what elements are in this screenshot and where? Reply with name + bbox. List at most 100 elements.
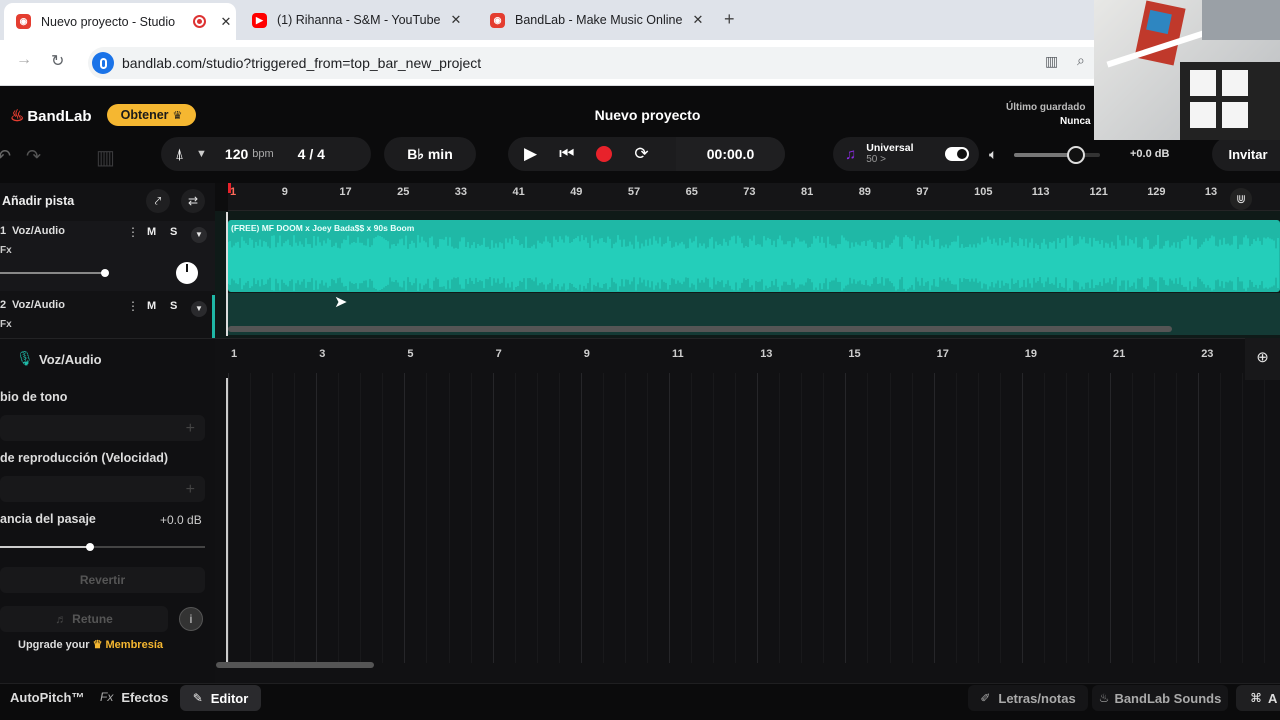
close-tab-icon[interactable]: ✕ xyxy=(216,14,236,30)
tab-studio[interactable]: ◉ Nuevo proyecto - Studio ✕ xyxy=(4,3,236,40)
volume-slider[interactable] xyxy=(1014,146,1100,164)
forward-icon[interactable]: → xyxy=(16,51,32,69)
lyrics-label: Letras/notas xyxy=(998,690,1076,706)
editor-ruler-mark: 9 xyxy=(583,348,590,360)
key-selector[interactable]: B♭ min xyxy=(384,137,476,171)
grid-line xyxy=(1021,373,1023,663)
webcam-overlay xyxy=(1094,0,1280,140)
piano-keys-icon[interactable]: ▥ xyxy=(96,145,115,170)
record-icon[interactable] xyxy=(596,146,613,162)
audio-clip[interactable]: (FREE) MF DOOM x Joey Bada$$ x 90s Boom xyxy=(228,220,1280,292)
revert-button[interactable]: Revertir xyxy=(0,567,205,593)
editor-playhead[interactable] xyxy=(226,378,228,662)
grid-line xyxy=(669,373,670,663)
ruler-mark: 89 xyxy=(858,186,871,198)
editor-button[interactable]: ✎ Editor xyxy=(180,685,261,711)
grid-line xyxy=(558,373,560,663)
redo-icon[interactable]: ↷ xyxy=(26,146,41,167)
url-text[interactable]: bandlab.com/studio?triggered_from=top_ba… xyxy=(122,55,481,71)
grid-line xyxy=(470,373,472,663)
upgrade-text[interactable]: Upgrade your ♛ Membresía xyxy=(18,638,163,651)
grid-line xyxy=(845,373,847,663)
add-track-button[interactable]: Añadir pista xyxy=(2,194,74,208)
universal-pill: ♫ Universal 50 > xyxy=(833,137,979,171)
loop-start-marker[interactable] xyxy=(228,183,231,193)
autopitch-button[interactable]: AutoPitch™ xyxy=(10,690,84,705)
solo-button[interactable]: S xyxy=(170,226,177,238)
chevron-down-icon[interactable]: ▼ xyxy=(191,301,207,317)
editor-ruler[interactable]: 1 3 5 7 9 11 13 15 17 19 21 23 xyxy=(215,338,1245,372)
track-name[interactable]: Voz/Audio xyxy=(12,299,65,311)
studio-header: ♨ BandLab Obtener ♛ Nuevo proyecto Últim… xyxy=(0,87,1280,137)
lyrics-button[interactable]: ✐ Letras/notas xyxy=(968,685,1088,711)
tab-youtube[interactable]: ▶ (1) Rihanna - S&M - YouTube ✕ xyxy=(240,0,472,40)
tempo-value[interactable]: 120 xyxy=(225,146,248,162)
new-tab-button[interactable]: + xyxy=(724,9,735,30)
search-icon[interactable]: ⌕ xyxy=(1077,52,1085,69)
volume-icon[interactable]: 🔈︎ xyxy=(989,146,997,163)
bottom-bar: AutoPitch™ Fx Efectos ✎ Editor ✐ Letras/… xyxy=(0,683,1280,720)
track-name[interactable]: Voz/Audio xyxy=(12,225,65,237)
more-icon[interactable]: ⋮ xyxy=(127,225,139,239)
chevron-down-icon[interactable]: ▼ xyxy=(196,148,207,160)
reload-icon[interactable]: ↻ xyxy=(51,51,64,71)
playhead[interactable] xyxy=(226,212,228,336)
skip-back-icon[interactable]: ⏮ xyxy=(559,144,574,164)
upgrade-label: Upgrade your xyxy=(18,639,90,651)
music-note-icon: ♫ xyxy=(845,145,857,163)
track-row[interactable]: 1 Voz/Audio Fx ⋮ M S ▼ xyxy=(0,221,215,291)
get-button[interactable]: Obtener ♛ xyxy=(107,104,196,126)
universal-toggle[interactable] xyxy=(945,147,969,161)
fx-button[interactable]: Fx xyxy=(0,245,12,256)
play-icon[interactable]: ▶ xyxy=(524,144,537,164)
pitch-shift-field[interactable]: + xyxy=(0,415,205,441)
editor-track-name: Voz/Audio xyxy=(39,352,102,367)
timeline-ruler[interactable]: 1 9 17 25 33 41 49 57 65 73 81 89 97 105 113 121 129 13 xyxy=(228,183,1280,211)
zoom-icon[interactable]: ⊕ xyxy=(1245,338,1280,380)
invite-button[interactable]: Invitar xyxy=(1212,137,1280,171)
editor-scrollbar[interactable] xyxy=(216,662,374,668)
editor-grid[interactable] xyxy=(215,338,1280,683)
undo-icon[interactable]: ↶ xyxy=(0,146,11,167)
arrange-icon[interactable]: ⇄ xyxy=(181,189,205,213)
effects-button[interactable]: Fx Efectos xyxy=(100,690,168,705)
time-signature[interactable]: 4 / 4 xyxy=(298,146,325,162)
magnet-icon[interactable]: ⋓ xyxy=(1230,188,1252,210)
membership-link[interactable]: Membresía xyxy=(106,639,163,651)
mute-button[interactable]: M xyxy=(147,226,156,238)
more-icon[interactable]: ⋮ xyxy=(127,299,139,313)
chevron-down-icon[interactable]: ▼ xyxy=(191,227,207,243)
tab-title: Nuevo proyecto - Studio xyxy=(41,14,176,29)
bandlab-sounds-button[interactable]: ♨ BandLab Sounds xyxy=(1092,685,1228,711)
ruler-mark: 129 xyxy=(1147,186,1166,198)
project-title[interactable]: Nuevo proyecto xyxy=(520,107,775,123)
track-volume-slider[interactable] xyxy=(0,269,109,277)
close-tab-icon[interactable]: ✕ xyxy=(446,12,466,28)
horizontal-scrollbar[interactable] xyxy=(228,326,1172,332)
url-box[interactable]: bandlab.com/studio?triggered_from=top_ba… xyxy=(88,47,1108,79)
retune-button[interactable]: ♬ Retune xyxy=(0,606,168,632)
gain-slider[interactable] xyxy=(0,543,205,551)
playback-speed-field[interactable]: + xyxy=(0,476,205,502)
ruler-mark: 121 xyxy=(1089,186,1108,198)
plus-icon[interactable]: + xyxy=(186,420,195,438)
info-icon[interactable]: i xyxy=(179,607,203,631)
tab-bandlab[interactable]: ◉ BandLab - Make Music Online ✕ xyxy=(478,0,714,40)
reader-icon[interactable]: ▥ xyxy=(1045,53,1058,70)
pan-knob[interactable] xyxy=(176,262,198,284)
track-row[interactable]: 2 Voz/Audio Fx ⋮ M S ▼ xyxy=(0,295,215,338)
fx-button[interactable]: Fx xyxy=(0,319,12,330)
shortcuts-button[interactable]: ⌘ A xyxy=(1236,685,1280,711)
link-icon[interactable]: ⤤ xyxy=(146,189,170,213)
close-tab-icon[interactable]: ✕ xyxy=(688,12,708,28)
bandlab-logo[interactable]: ♨ BandLab xyxy=(10,106,92,126)
mute-button[interactable]: M xyxy=(147,300,156,312)
universal-selector[interactable]: Universal 50 > xyxy=(866,142,913,166)
tab-title: (1) Rihanna - S&M - YouTube xyxy=(277,13,441,27)
metronome-icon[interactable]: ⍋ xyxy=(175,146,184,163)
youtube-icon: ▶ xyxy=(252,12,267,28)
plus-icon[interactable]: + xyxy=(186,481,195,499)
loop-icon[interactable]: ⟳ xyxy=(634,144,648,164)
editor-panel: 🎙︎ Voz/Audio bio de tono + de reproducci… xyxy=(0,338,215,683)
solo-button[interactable]: S xyxy=(170,300,177,312)
